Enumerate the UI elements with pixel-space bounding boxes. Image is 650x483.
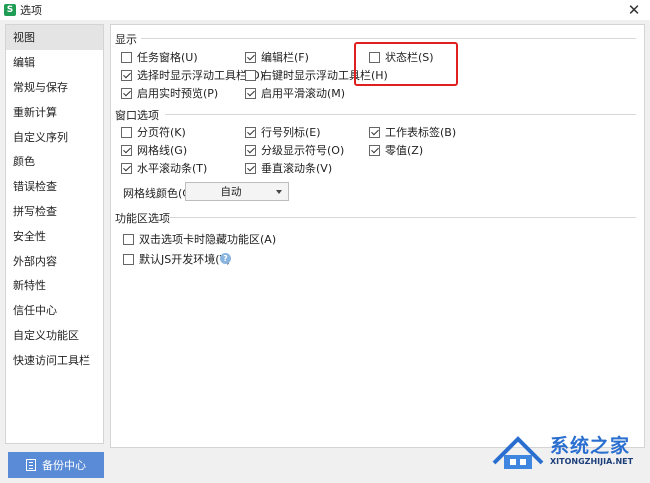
checkbox-sheet-tabs[interactable]: 工作表标签(B) — [369, 124, 456, 140]
sidebar-item-color[interactable]: 颜色 — [6, 149, 103, 174]
section-title-ribbon-options: 功能区选项 — [115, 212, 170, 225]
checkbox-box[interactable] — [121, 144, 132, 156]
checkbox-label: 默认JS开发环境(Y) — [139, 253, 231, 266]
checkbox-label: 零值(Z) — [385, 144, 424, 157]
checkbox-box[interactable] — [369, 126, 380, 138]
close-button[interactable]: ✕ — [626, 2, 642, 18]
checkbox-task-pane[interactable]: 任务窗格(U) — [121, 49, 198, 65]
title-bar: S 选项 ✕ — [0, 0, 650, 20]
checkbox-box[interactable] — [121, 51, 132, 63]
gridline-color-select[interactable]: 自动 — [185, 182, 289, 201]
checkbox-outline-symbols[interactable]: 分级显示符号(O) — [245, 142, 344, 158]
watermark: 系统之家 XITONGZHIJIA.NET — [488, 427, 648, 479]
checkbox-label: 启用平滑滚动(M) — [261, 87, 346, 100]
checkbox-label: 工作表标签(B) — [385, 126, 457, 139]
gridline-color-value: 自动 — [220, 186, 242, 198]
checkbox-box[interactable] — [245, 162, 256, 174]
checkbox-label: 任务窗格(U) — [137, 51, 198, 64]
checkbox-smooth-scrolling[interactable]: 启用平滑滚动(M) — [245, 85, 345, 101]
annotation-highlight-box — [354, 42, 458, 86]
watermark-logo-icon — [492, 436, 544, 469]
sidebar-item-customize-ribbon[interactable]: 自定义功能区 — [6, 323, 103, 348]
sidebar-item-edit[interactable]: 编辑 — [6, 50, 103, 75]
help-icon[interactable]: ? — [220, 253, 231, 264]
checkbox-live-preview[interactable]: 启用实时预览(P) — [121, 85, 218, 101]
sidebar-item-error-checking[interactable]: 错误检查 — [6, 174, 103, 199]
checkbox-box[interactable] — [121, 126, 132, 138]
checkbox-label: 行号列标(E) — [261, 126, 321, 139]
checkbox-zero-values[interactable]: 零值(Z) — [369, 142, 423, 158]
checkbox-label: 分页符(K) — [137, 126, 186, 139]
checkbox-gridlines[interactable]: 网格线(G) — [121, 142, 187, 158]
sidebar-item-spell-check[interactable]: 拼写检查 — [6, 199, 103, 224]
app-logo-icon: S — [4, 4, 16, 16]
checkbox-vertical-scrollbar[interactable]: 垂直滚动条(V) — [245, 160, 332, 176]
backup-icon — [26, 459, 36, 471]
checkbox-box[interactable] — [123, 253, 134, 265]
checkbox-label: 编辑栏(F) — [261, 51, 309, 64]
checkbox-box[interactable] — [245, 69, 256, 81]
checkbox-horizontal-scrollbar[interactable]: 水平滚动条(T) — [121, 160, 207, 176]
watermark-subtext: XITONGZHIJIA.NET — [550, 457, 634, 466]
sidebar: 视图 编辑 常规与保存 重新计算 自定义序列 颜色 错误检查 拼写检查 安全性 … — [5, 24, 104, 444]
section-title-display: 显示 — [115, 33, 137, 46]
section-title-window-options: 窗口选项 — [115, 109, 159, 122]
sidebar-item-recalculate[interactable]: 重新计算 — [6, 99, 103, 124]
checkbox-page-breaks[interactable]: 分页符(K) — [121, 124, 186, 140]
section-divider — [141, 38, 636, 39]
watermark-text: 系统之家 — [550, 435, 631, 457]
sidebar-item-custom-lists[interactable]: 自定义序列 — [6, 124, 103, 149]
sidebar-item-security[interactable]: 安全性 — [6, 223, 103, 248]
checkbox-label: 分级显示符号(O) — [261, 144, 345, 157]
chevron-down-icon — [276, 189, 282, 194]
checkbox-default-js-env[interactable]: 默认JS开发环境(Y) — [123, 251, 231, 267]
checkbox-floating-toolbar-on-select[interactable]: 选择时显示浮动工具栏(D) — [121, 67, 264, 83]
window-title: 选项 — [20, 4, 42, 17]
checkbox-label: 网格线(G) — [137, 144, 188, 157]
backup-center-label: 备份中心 — [42, 459, 86, 472]
sidebar-item-trust-center[interactable]: 信任中心 — [6, 298, 103, 323]
sidebar-item-quick-access-toolbar[interactable]: 快速访问工具栏 — [6, 347, 103, 372]
sidebar-item-view[interactable]: 视图 — [6, 25, 103, 50]
checkbox-box[interactable] — [245, 51, 256, 63]
checkbox-box[interactable] — [245, 87, 256, 99]
section-divider — [165, 114, 636, 115]
checkbox-row-col-headers[interactable]: 行号列标(E) — [245, 124, 321, 140]
checkbox-box[interactable] — [245, 126, 256, 138]
checkbox-box[interactable] — [369, 144, 380, 156]
checkbox-label: 启用实时预览(P) — [137, 87, 219, 100]
checkbox-hide-ribbon-on-double-click[interactable]: 双击选项卡时隐藏功能区(A) — [123, 231, 276, 247]
options-panel: 显示 任务窗格(U) 选择时显示浮动工具栏(D) 启用实时预览(P) 编辑栏(F… — [110, 24, 645, 448]
checkbox-box[interactable] — [121, 162, 132, 174]
checkbox-box[interactable] — [121, 69, 132, 81]
checkbox-label: 水平滚动条(T) — [137, 162, 208, 175]
sidebar-item-new-features[interactable]: 新特性 — [6, 273, 103, 298]
checkbox-box[interactable] — [245, 144, 256, 156]
checkbox-box[interactable] — [121, 87, 132, 99]
checkbox-formula-bar[interactable]: 编辑栏(F) — [245, 49, 309, 65]
sidebar-item-external-content[interactable]: 外部内容 — [6, 248, 103, 273]
section-divider — [165, 217, 636, 218]
backup-center-button[interactable]: 备份中心 — [8, 452, 104, 478]
checkbox-box[interactable] — [123, 233, 134, 245]
sidebar-item-general-save[interactable]: 常规与保存 — [6, 75, 103, 100]
checkbox-label: 双击选项卡时隐藏功能区(A) — [139, 233, 277, 246]
checkbox-label: 垂直滚动条(V) — [261, 162, 333, 175]
